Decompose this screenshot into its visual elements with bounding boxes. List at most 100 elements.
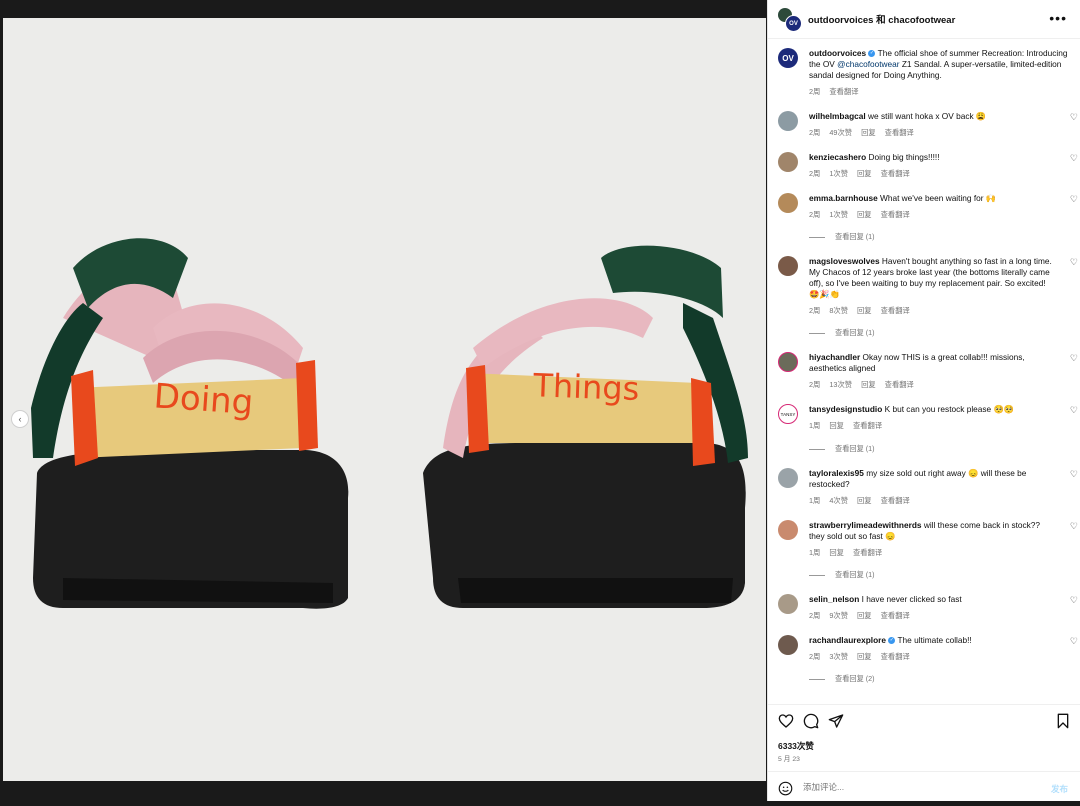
comment-time[interactable]: 2周 xyxy=(809,128,820,137)
comment-username[interactable]: selin_nelson xyxy=(809,594,859,604)
reply-button[interactable]: 回复 xyxy=(861,380,876,389)
reply-button[interactable]: 回复 xyxy=(829,548,844,557)
comment-time[interactable]: 2周 xyxy=(809,611,820,620)
comment-username[interactable]: tayloralexis95 xyxy=(809,468,864,478)
comment-likes[interactable]: 1次赞 xyxy=(829,169,848,178)
comment-text: What we've been waiting for 🙌 xyxy=(880,193,997,203)
share-icon[interactable] xyxy=(828,713,844,734)
comment-likes[interactable]: 8次赞 xyxy=(829,306,848,315)
heart-icon[interactable]: ♡ xyxy=(1070,595,1078,606)
mention-link[interactable]: @chacofootwear xyxy=(837,59,899,69)
translate-link[interactable]: 查看翻译 xyxy=(881,306,910,315)
comment-time[interactable]: 2周 xyxy=(809,652,820,661)
comment-time[interactable]: 2周 xyxy=(809,87,820,96)
comment-username[interactable]: emma.barnhouse xyxy=(809,193,878,203)
reply-button[interactable]: 回复 xyxy=(857,496,872,505)
avatar[interactable] xyxy=(778,152,798,172)
avatar[interactable] xyxy=(778,635,798,655)
caption-username[interactable]: outdoorvoices xyxy=(809,48,866,58)
heart-icon[interactable]: ♡ xyxy=(1070,194,1078,205)
translate-link[interactable]: 查看翻译 xyxy=(881,652,910,661)
avatar[interactable] xyxy=(778,111,798,131)
comment-time[interactable]: 2周 xyxy=(809,380,820,389)
view-replies-button[interactable]: 查看回复 (2) xyxy=(809,674,875,684)
translate-link[interactable]: 查看翻译 xyxy=(881,611,910,620)
comment-username[interactable]: magsloveswolves xyxy=(809,256,880,266)
reply-button[interactable]: 回复 xyxy=(857,611,872,620)
comment-username[interactable]: wilhelmbagcal xyxy=(809,111,866,121)
avatar[interactable]: TANSY xyxy=(778,404,798,424)
heart-icon[interactable]: ♡ xyxy=(1070,469,1078,480)
collab-avatars[interactable]: OV xyxy=(778,8,802,32)
post-date[interactable]: 5 月 23 xyxy=(778,753,800,763)
post-comment-button[interactable]: 发布 xyxy=(1051,783,1068,795)
comment-text: K but can you restock please 🥺🥺 xyxy=(884,404,1015,414)
reply-button[interactable]: 回复 xyxy=(861,128,876,137)
heart-icon[interactable]: ♡ xyxy=(1070,153,1078,164)
post-header-title[interactable]: outdoorvoices 和 chacofootwear xyxy=(808,12,955,26)
reply-button[interactable]: 回复 xyxy=(857,169,872,178)
view-replies-button[interactable]: 查看回复 (1) xyxy=(809,328,875,338)
translate-link[interactable]: 查看翻译 xyxy=(885,380,914,389)
translate-link[interactable]: 查看翻译 xyxy=(885,128,914,137)
view-replies-button[interactable]: 查看回复 (1) xyxy=(809,232,875,242)
reply-button[interactable]: 回复 xyxy=(857,306,872,315)
comment-input[interactable] xyxy=(801,781,1025,793)
heart-icon[interactable]: ♡ xyxy=(1070,405,1078,416)
comment-time[interactable]: 1周 xyxy=(809,548,820,557)
avatar[interactable] xyxy=(778,520,798,540)
comment-likes[interactable]: 1次赞 xyxy=(829,210,848,219)
comment-likes[interactable]: 49次赞 xyxy=(829,128,852,137)
comment-icon[interactable] xyxy=(803,713,819,734)
comment-likes[interactable]: 3次赞 xyxy=(829,652,848,661)
emoji-icon[interactable] xyxy=(778,781,793,801)
heart-icon[interactable]: ♡ xyxy=(1070,112,1078,123)
post-actions: 6333次赞 5 月 23 发布 xyxy=(768,704,1080,805)
comment-text: we still want hoka x OV back 😩 xyxy=(868,111,987,121)
comment-time[interactable]: 1周 xyxy=(809,496,820,505)
comment-username[interactable]: kenziecashero xyxy=(809,152,866,162)
avatar: OV xyxy=(785,15,802,32)
like-count[interactable]: 6333次赞 xyxy=(778,740,814,752)
avatar[interactable] xyxy=(778,594,798,614)
comment-likes[interactable]: 4次赞 xyxy=(829,496,848,505)
translate-link[interactable]: 查看翻译 xyxy=(881,169,910,178)
carousel-prev-button[interactable]: ‹ xyxy=(11,410,29,428)
avatar[interactable]: OV xyxy=(778,48,798,68)
comment-likes[interactable]: 13次赞 xyxy=(829,380,852,389)
comment-time[interactable]: 2周 xyxy=(809,169,820,178)
avatar[interactable] xyxy=(778,352,798,372)
comments-list[interactable]: OV outdoorvoices ✓ The official shoe of … xyxy=(768,40,1080,704)
heart-icon[interactable]: ♡ xyxy=(1070,257,1078,268)
verified-icon: ✓ xyxy=(868,50,876,58)
comment-likes[interactable]: 9次赞 xyxy=(829,611,848,620)
comment-time[interactable]: 2周 xyxy=(809,306,820,315)
translate-link[interactable]: 查看翻译 xyxy=(853,421,882,430)
instagram-post-modal: Doing Things ‹ OV outdoorvoices 和 chacof… xyxy=(0,0,1080,801)
comment-time[interactable]: 1周 xyxy=(809,421,820,430)
avatar[interactable] xyxy=(778,256,798,276)
translate-link[interactable]: 查看翻译 xyxy=(881,210,910,219)
heart-icon[interactable] xyxy=(778,713,794,734)
more-icon[interactable]: ••• xyxy=(1049,10,1067,26)
heart-icon[interactable]: ♡ xyxy=(1070,521,1078,532)
bookmark-icon[interactable] xyxy=(1056,713,1070,734)
view-replies-button[interactable]: 查看回复 (1) xyxy=(809,444,875,454)
avatar[interactable] xyxy=(778,193,798,213)
heart-icon[interactable]: ♡ xyxy=(1070,353,1078,364)
comment-username[interactable]: hiyachandler xyxy=(809,352,860,362)
sandals-photo: Doing Things xyxy=(31,238,748,609)
comment-username[interactable]: strawberrylimeadewithnerds xyxy=(809,520,922,530)
reply-button[interactable]: 回复 xyxy=(857,210,872,219)
comment-time[interactable]: 2周 xyxy=(809,210,820,219)
heart-icon[interactable]: ♡ xyxy=(1070,636,1078,647)
reply-button[interactable]: 回复 xyxy=(829,421,844,430)
view-replies-button[interactable]: 查看回复 (1) xyxy=(809,570,875,580)
comment-username[interactable]: tansydesignstudio xyxy=(809,404,882,414)
comment-username[interactable]: rachandlaurexplore xyxy=(809,635,886,645)
translate-link[interactable]: 查看翻译 xyxy=(881,496,910,505)
reply-button[interactable]: 回复 xyxy=(857,652,872,661)
avatar[interactable] xyxy=(778,468,798,488)
translate-link[interactable]: 查看翻译 xyxy=(853,548,882,557)
translate-link[interactable]: 查看翻译 xyxy=(829,87,858,96)
